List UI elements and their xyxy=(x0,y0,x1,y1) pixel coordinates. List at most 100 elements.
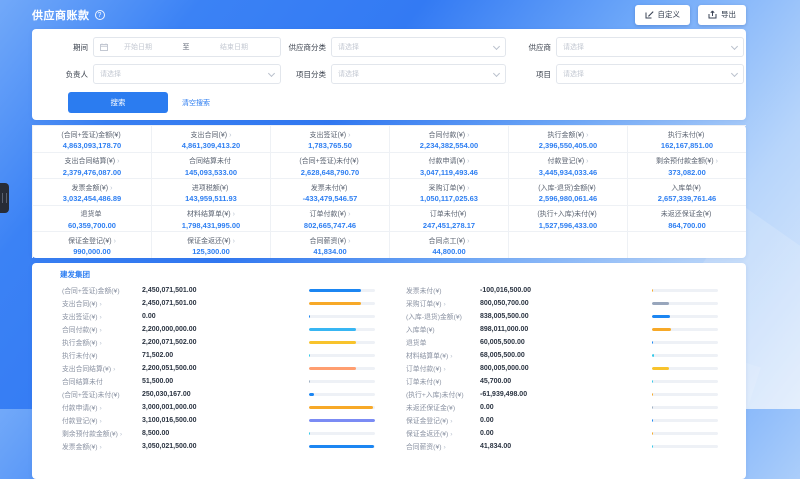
stat-label-text: 支出合同结算(¥) xyxy=(65,158,116,165)
metric-label[interactable]: 付款申请(¥)› xyxy=(62,402,142,412)
drilldown-arrow-icon: › xyxy=(348,211,350,218)
metric-label: 入库单(¥) xyxy=(406,324,480,334)
stat-cell[interactable]: 付款登记(¥)› 3,445,934,033.46 xyxy=(509,152,627,179)
group-name-link[interactable]: 建发集团 xyxy=(60,269,746,280)
metric-bar-track xyxy=(309,315,375,318)
metric-row: 保证金登记(¥)› 0.00 xyxy=(406,414,718,427)
metric-label: (执行+入库)未付(¥) xyxy=(406,389,480,399)
project-select[interactable]: 请选择 xyxy=(556,64,744,84)
stat-cell[interactable]: 剩余预付款金额(¥)› 373,082.00 xyxy=(628,152,746,179)
metric-label[interactable]: 支出合同(¥)› xyxy=(62,298,142,308)
project-placeholder: 请选择 xyxy=(563,69,584,79)
stat-label-text: (合同+签证)金额(¥) xyxy=(61,132,120,139)
stat-cell[interactable]: 合同付款(¥)› 2,234,382,554.00 xyxy=(390,125,508,152)
supplier-select[interactable]: 请选择 xyxy=(556,37,744,57)
export-icon xyxy=(708,10,717,19)
stat-label: 合同结算未付 xyxy=(152,156,270,166)
stat-value: 4,863,093,178.70 xyxy=(33,141,151,150)
metric-label[interactable]: 订单付款(¥)› xyxy=(406,363,480,373)
supplier-category-label: 供应商分类 xyxy=(286,42,326,53)
metric-label-text: (合同+签证)金额(¥) xyxy=(62,288,120,295)
metric-label[interactable]: 支出合同结算(¥)› xyxy=(62,363,142,373)
stat-cell[interactable]: 保证金返还(¥)› 125,300.00 xyxy=(152,231,270,258)
metric-label[interactable]: 保证金返还(¥)› xyxy=(406,428,480,438)
stat-label-text: 订单付款(¥) xyxy=(310,211,347,218)
metric-label[interactable]: 剩余预付款金额(¥)› xyxy=(62,428,142,438)
stat-cell[interactable]: 采购订单(¥)› 1,050,117,025.63 xyxy=(390,178,508,205)
metric-row: 采购订单(¥)› 800,050,700.00 xyxy=(406,297,718,310)
customize-button[interactable]: 自定义 xyxy=(635,5,691,25)
stat-cell[interactable]: 材料结算单(¥)› 1,798,431,995.00 xyxy=(152,205,270,232)
stat-label: 保证金登记(¥)› xyxy=(33,236,151,246)
metric-bar-track xyxy=(652,341,718,344)
stat-value: 41,834.00 xyxy=(271,247,389,256)
metric-bar-fill xyxy=(309,302,361,305)
supplier-category-select[interactable]: 请选择 xyxy=(331,37,506,57)
drilldown-arrow-icon: › xyxy=(117,158,119,165)
metric-bar-track xyxy=(652,432,718,435)
metric-row: 未返还保证金(¥) 0.00 xyxy=(406,401,718,414)
stat-label-text: (入库-退货)金额(¥) xyxy=(538,185,596,192)
date-range-input[interactable]: 开始日期 至 结束日期 xyxy=(93,37,281,57)
stat-cell[interactable]: 执行金额(¥)› 2,396,550,405.00 xyxy=(509,125,627,152)
metric-label[interactable]: 保证金登记(¥)› xyxy=(406,415,480,425)
stat-cell[interactable]: 付款申请(¥)› 3,047,119,493.46 xyxy=(390,152,508,179)
metric-label-text: 材料结算单(¥) xyxy=(406,353,448,360)
stat-cell[interactable]: 支出合同(¥)› 4,861,309,413.20 xyxy=(152,125,270,152)
stat-label-text: 合同结算未付 xyxy=(189,158,231,165)
metric-label-text: 执行未付(¥) xyxy=(62,353,98,360)
stat-cell[interactable]: 订单付款(¥)› 802,665,747.46 xyxy=(271,205,389,232)
export-button[interactable]: 导出 xyxy=(698,5,746,25)
metric-bar-fill xyxy=(309,289,361,292)
stat-label: 付款申请(¥)› xyxy=(390,156,508,166)
metric-label-text: 剩余预付款金额(¥) xyxy=(62,431,118,438)
metric-row: (合同+签证)金额(¥) 2,450,071,501.00 xyxy=(62,284,375,297)
stat-label: 发票未付(¥) xyxy=(271,183,389,193)
help-icon[interactable]: ? xyxy=(95,10,105,20)
stat-label: 订单未付(¥) xyxy=(390,209,508,219)
metric-value: 2,200,051,500.00 xyxy=(142,365,309,372)
metric-label-text: 采购订单(¥) xyxy=(406,301,442,308)
stat-label-text: 材料结算单(¥) xyxy=(187,211,231,218)
metric-value: 3,000,001,000.00 xyxy=(142,404,309,411)
drawer-handle[interactable] xyxy=(0,183,9,213)
clear-search-link[interactable]: 清空搜索 xyxy=(182,98,210,108)
stats-column: 执行未付(¥) 162,167,851.00 剩余预付款金额(¥)› 373,0… xyxy=(627,125,746,258)
metric-bar-fill xyxy=(652,302,669,305)
metric-label[interactable]: 发票金额(¥)› xyxy=(62,441,142,451)
owner-placeholder: 请选择 xyxy=(100,69,121,79)
drilldown-arrow-icon: › xyxy=(467,158,469,165)
stat-cell xyxy=(628,231,746,258)
drilldown-arrow-icon: › xyxy=(586,132,588,139)
stat-cell[interactable]: 支出合同结算(¥)› 2,379,476,087.00 xyxy=(33,152,151,179)
search-button[interactable]: 搜索 xyxy=(68,92,168,113)
metric-bar-fill xyxy=(309,380,310,383)
metric-label[interactable]: 执行金额(¥)› xyxy=(62,337,142,347)
stat-cell[interactable]: 发票金额(¥)› 3,032,454,486.89 xyxy=(33,178,151,205)
metric-value: -61,939,498.00 xyxy=(480,391,652,398)
stat-label-text: 订单未付(¥) xyxy=(430,211,467,218)
stat-cell[interactable]: 支出签证(¥)› 1,783,765.50 xyxy=(271,125,389,152)
stat-value: 3,032,454,486.89 xyxy=(33,194,151,203)
stat-cell[interactable]: 合同薪资(¥)› 41,834.00 xyxy=(271,231,389,258)
metric-label: (合同+签证)未付(¥) xyxy=(62,389,142,399)
stat-cell[interactable]: 合同点工(¥)› 44,800.00 xyxy=(390,231,508,258)
metric-bar-track xyxy=(652,354,718,357)
metric-bar-track xyxy=(309,289,375,292)
stat-value: 247,451,278.17 xyxy=(390,221,508,230)
stat-label: 发票金额(¥)› xyxy=(33,183,151,193)
metric-label[interactable]: 付款登记(¥)› xyxy=(62,415,142,425)
metric-label[interactable]: 采购订单(¥)› xyxy=(406,298,480,308)
metric-label[interactable]: 合同付款(¥)› xyxy=(62,324,142,334)
metric-label[interactable]: 合同薪资(¥)› xyxy=(406,441,480,451)
metric-label[interactable]: 材料结算单(¥)› xyxy=(406,350,480,360)
metric-row: 保证金返还(¥)› 0.00 xyxy=(406,427,718,440)
stat-cell[interactable]: 保证金登记(¥)› 990,000.00 xyxy=(33,231,151,258)
stat-label: 进项税额(¥) xyxy=(152,183,270,193)
drawer-grip-icon xyxy=(2,193,7,203)
project-category-select[interactable]: 请选择 xyxy=(331,64,506,84)
owner-select[interactable]: 请选择 xyxy=(93,64,281,84)
metric-label[interactable]: 支出签证(¥)› xyxy=(62,311,142,321)
drilldown-arrow-icon: › xyxy=(467,185,469,192)
main-content: 供应商账款 ? 自定义 导出 期间 开始日期 至 结束日期 供应商分类 请选择 xyxy=(32,0,746,479)
